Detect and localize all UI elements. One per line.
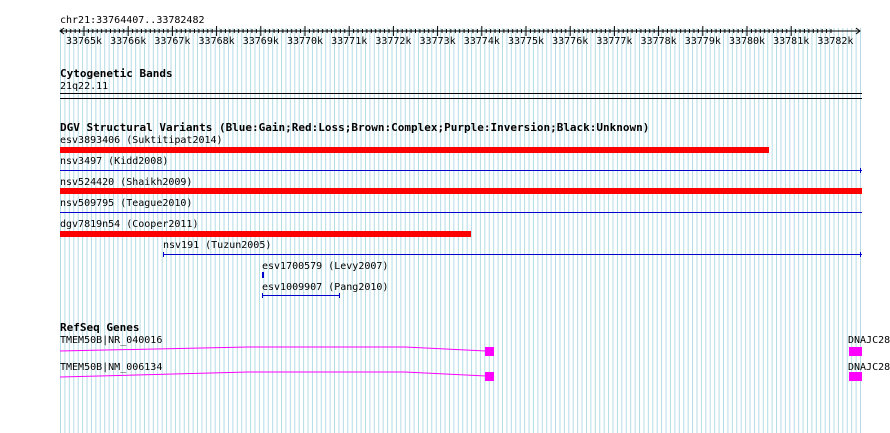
ruler-tick-label: 33769k <box>242 36 279 47</box>
ruler-tick-label: 33774k <box>463 36 500 47</box>
sv-label-nsv191[interactable]: nsv191 (Tuzun2005) <box>163 240 271 251</box>
ruler-tick-label: 33765k <box>65 36 103 47</box>
sv-bar-esv1009907-end <box>339 293 340 298</box>
gene-block-dnajc28-2[interactable] <box>849 372 862 381</box>
sv-label-nsv3497[interactable]: nsv3497 (Kidd2008) <box>60 156 168 167</box>
gene-model-nm006134[interactable] <box>0 368 890 384</box>
cytoband-label[interactable]: 21q22.11 <box>60 81 108 92</box>
cytoband-track-title: Cytogenetic Bands <box>60 67 173 80</box>
ruler-tick-label: 33771k <box>331 36 368 47</box>
gene-model-nr040016[interactable] <box>0 343 890 359</box>
ruler-tick-label: 33768k <box>198 36 235 47</box>
ruler-tick-label: 33767k <box>154 36 191 47</box>
sv-bar-esv3893406[interactable] <box>60 147 769 153</box>
sv-label-esv3893406[interactable]: esv3893406 (Suktitipat2014) <box>60 135 223 146</box>
ruler-tick-label: 33776k <box>552 36 589 47</box>
sv-bar-esv1700579[interactable] <box>262 272 264 278</box>
sv-bar-nsv509795[interactable] <box>60 212 862 213</box>
genome-browser: chr21:33764407..33782482 33765k 33766k 337… <box>0 0 890 433</box>
sv-bar-nsv3497-end <box>860 168 861 173</box>
gene-label-dnajc28-1[interactable]: DNAJC28 <box>848 335 890 346</box>
ruler-tick-label: 33782k <box>817 36 854 47</box>
region-label: chr21:33764407..33782482 <box>60 15 205 26</box>
cytoband-ideogram-top[interactable] <box>60 93 862 94</box>
sv-bar-nsv524420[interactable] <box>60 188 862 194</box>
sv-bar-esv1009907-start <box>262 293 263 298</box>
dgv-track-title: DGV Structural Variants (Blue:Gain;Red:L… <box>60 121 650 134</box>
sv-bar-nsv191-end <box>860 252 861 257</box>
ruler-tick-label: 33778k <box>640 36 677 47</box>
refseq-track-title: RefSeq Genes <box>60 321 140 334</box>
ruler-tick-label: 33770k <box>286 36 324 47</box>
ruler-tick-label: 33779k <box>684 36 721 47</box>
ruler-tick-label: 33777k <box>596 36 633 47</box>
sv-label-dgv7819n54[interactable]: dgv7819n54 (Cooper2011) <box>60 219 198 230</box>
sv-bar-dgv7819n54[interactable] <box>60 231 471 237</box>
ruler-tick-label: 33772k <box>375 36 412 47</box>
ruler-tick-label: 33780k <box>728 36 766 47</box>
ruler-tick-label: 33775k <box>507 36 545 47</box>
ruler-tick-label: 33781k <box>773 36 810 47</box>
gene-block-dnajc28-1[interactable] <box>849 347 862 356</box>
sv-label-esv1009907[interactable]: esv1009907 (Pang2010) <box>262 282 388 293</box>
ruler-tick-label: 33773k <box>419 36 456 47</box>
ruler-tick-label: 33766k <box>110 36 147 47</box>
sv-label-nsv509795[interactable]: nsv509795 (Teague2010) <box>60 198 192 209</box>
sv-bar-esv1009907[interactable] <box>262 295 340 296</box>
sv-bar-nsv191-start <box>163 252 164 257</box>
sv-bar-nsv3497[interactable] <box>60 170 862 171</box>
sv-label-nsv524420[interactable]: nsv524420 (Shaikh2009) <box>60 177 192 188</box>
sv-label-esv1700579[interactable]: esv1700579 (Levy2007) <box>262 261 388 272</box>
cytoband-ideogram-bottom[interactable] <box>60 98 862 99</box>
sv-bar-nsv191[interactable] <box>163 254 862 255</box>
